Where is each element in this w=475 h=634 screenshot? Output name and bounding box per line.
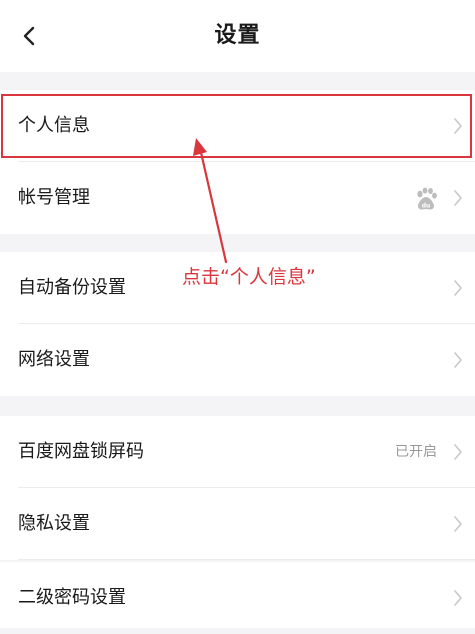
row-label: 帐号管理 [18,187,90,208]
row-label: 网络设置 [18,349,90,370]
row-label: 二级密码设置 [18,587,126,608]
chevron-right-icon [453,189,463,207]
settings-row-privacy[interactable]: 隐私设置 [0,488,475,560]
settings-row-lock-screen-code[interactable]: 百度网盘锁屏码 已开启 [0,416,475,488]
svg-text:du: du [422,202,431,209]
page-title: 设置 [214,23,261,48]
chevron-right-icon [453,117,463,135]
status-value: 已开启 [395,444,437,460]
settings-row-secondary-password[interactable]: 二级密码设置 [0,562,475,628]
row-label: 隐私设置 [18,513,90,534]
annotation-text: 点击“个人信息” [182,266,316,288]
row-label: 百度网盘锁屏码 [18,441,144,462]
chevron-right-icon [453,443,463,461]
chevron-right-icon [453,589,463,607]
chevron-right-icon [453,515,463,533]
baidu-paw-icon: du [413,186,439,212]
settings-row-personal-info[interactable]: 个人信息 [0,90,475,162]
settings-row-account[interactable]: 帐号管理 du [0,162,475,234]
row-label: 个人信息 [18,115,90,136]
row-divider [18,559,475,560]
header-bar: 设置 [0,0,475,72]
chevron-right-icon [453,279,463,297]
chevron-right-icon [453,351,463,369]
settings-row-network[interactable]: 网络设置 [0,324,475,396]
row-label: 自动备份设置 [18,277,126,298]
